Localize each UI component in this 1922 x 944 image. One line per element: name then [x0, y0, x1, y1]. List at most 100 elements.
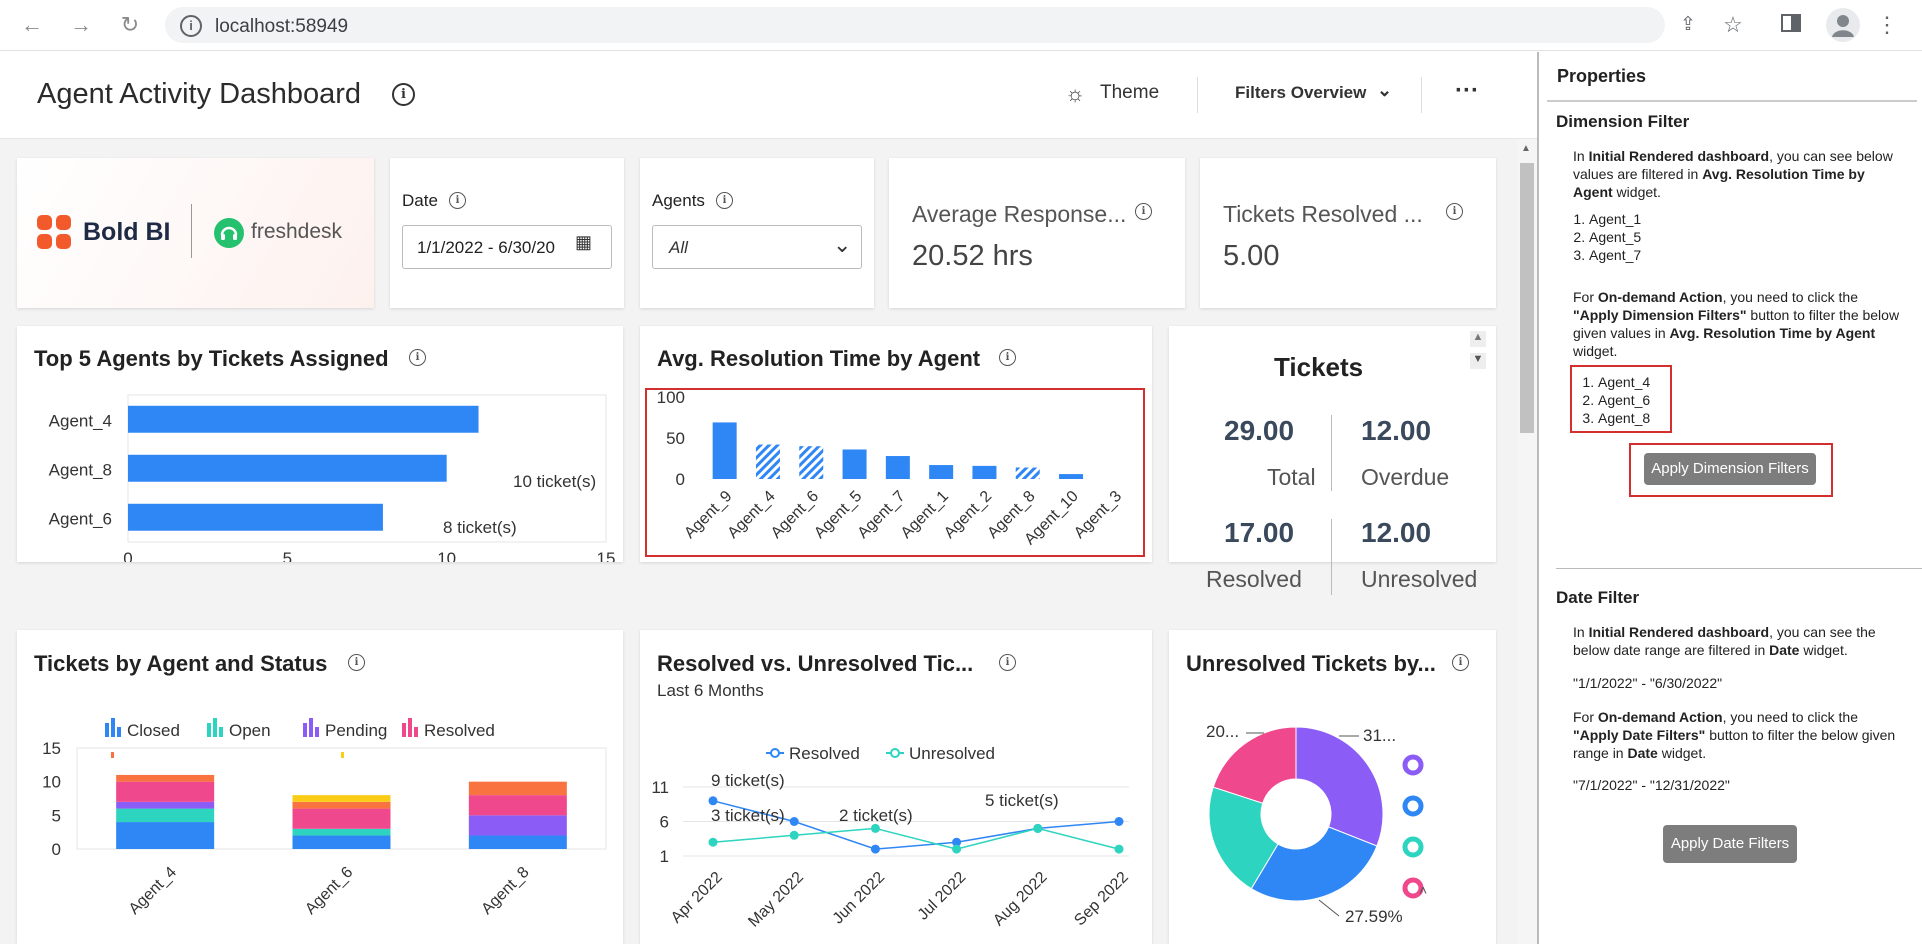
data-label: 20... [1206, 722, 1240, 741]
dashboard-header: Agent Activity Dashboard i ☼ Theme Filte… [0, 52, 1537, 139]
data-point [789, 830, 799, 840]
legend-marker [117, 727, 121, 737]
tickets-card: Tickets 29.00 Total 12.00 Overdue 17.00 … [1169, 326, 1496, 595]
data-label: 10 ticket(s) [513, 472, 597, 491]
axis-tick-label: 100 [657, 388, 685, 407]
agents-select-value: All [669, 238, 688, 257]
legend-icon [1402, 836, 1424, 858]
kpi-card-average-response: Average Response... i 20.52 hrs [889, 158, 1185, 308]
bar-segment [468, 781, 567, 796]
data-point [1114, 844, 1124, 854]
info-icon[interactable]: i [716, 192, 733, 209]
divider [1197, 77, 1198, 113]
info-icon[interactable]: i [1135, 203, 1152, 220]
card-title: Tickets [1274, 352, 1364, 382]
avg-resolution-card: Avg. Resolution Time by Agent i 0 50 100 Ag… [640, 326, 1152, 562]
axis-tick-label: 1 [660, 847, 669, 866]
date-range-input[interactable]: 1/1/2022 - 6/30/20 ▦ [402, 225, 612, 269]
bar-segment [468, 835, 567, 849]
bar [842, 449, 867, 479]
site-info-icon[interactable]: i [180, 15, 202, 37]
divider [1556, 568, 1922, 569]
profile-avatar-icon[interactable] [1826, 8, 1860, 42]
axis-tick-label: 5 [283, 549, 292, 562]
ondemand-date-range: "7/1/2022" - "12/31/2022" [1573, 777, 1730, 793]
legend-marker [111, 718, 115, 737]
legend-marker [770, 748, 780, 758]
share-icon[interactable]: ⇪ [1675, 12, 1701, 38]
bar-segment [292, 795, 391, 802]
date-filter-intro: In Initial Rendered dashboard, you can s… [1573, 624, 1876, 658]
legend-label: Open [229, 721, 271, 740]
scroll-up-icon[interactable]: ▲ [1470, 331, 1486, 347]
back-arrow-icon[interactable]: ← [18, 11, 46, 39]
divider [1331, 519, 1332, 595]
axis-tick-label: Agent_4 [49, 411, 112, 430]
scroll-up-icon[interactable]: ▲ [1521, 143, 1531, 154]
bar [755, 444, 780, 479]
more-options-icon[interactable]: ··· [1455, 77, 1479, 105]
forward-arrow-icon[interactable]: → [67, 11, 95, 39]
highlight-box: Agent_4 Agent_6 Agent_8 [1570, 365, 1672, 433]
browser-toolbar: ← → ↻ i localhost:58949 ⇪ ☆ ⋮ [0, 0, 1922, 51]
theme-label: Theme [1100, 82, 1160, 103]
axis-tick-label: Jun 2022 [830, 869, 889, 928]
scrollbar-thumb[interactable] [1520, 163, 1534, 433]
apply-date-filters-button[interactable]: Apply Date Filters [1663, 825, 1797, 863]
legend-icon [1402, 754, 1424, 776]
tickets-overdue-value: 12.00 [1361, 415, 1432, 446]
calendar-icon[interactable]: ▦ [575, 232, 592, 253]
list-item: Agent_1 [1589, 210, 1641, 228]
freshdesk-logo-icon [214, 218, 244, 248]
legend-label: Resolved [789, 744, 860, 763]
legend-marker [341, 752, 344, 758]
list-item: Agent_6 [1598, 391, 1670, 409]
initial-agent-list: Agent_1 Agent_5 Agent_7 [1557, 210, 1641, 264]
bar [799, 446, 824, 479]
axis-tick-label: Sep 2022 [1071, 869, 1132, 930]
side-panel-icon[interactable] [1778, 12, 1804, 38]
info-icon[interactable]: i [449, 192, 466, 209]
info-icon[interactable]: i [1446, 203, 1463, 220]
tickets-resolved-value: 17.00 [1224, 517, 1295, 548]
tickets-overdue-label: Overdue [1361, 464, 1450, 490]
boldbi-logo-icon [37, 215, 71, 249]
scroll-down-icon[interactable]: ▼ [1470, 353, 1486, 369]
data-point [708, 796, 718, 806]
bookmark-star-icon[interactable]: ☆ [1720, 12, 1746, 38]
filters-overview-button[interactable]: Filters Overview ⌄ [1235, 80, 1392, 103]
bar-segment [292, 835, 391, 849]
kebab-menu-icon[interactable]: ⋮ [1874, 12, 1900, 38]
logo-card: Bold BI freshdesk [17, 158, 374, 308]
date-filter-ondemand: For On-demand Action, you need to click … [1573, 709, 1896, 761]
reload-icon[interactable]: ↻ [116, 11, 144, 39]
data-label: 5 ticket(s) [985, 791, 1059, 810]
divider [1331, 415, 1332, 491]
data-label: 31... [1363, 726, 1397, 745]
legend-marker [315, 727, 319, 737]
bar-segment [116, 808, 215, 823]
bar-segment [116, 801, 215, 809]
legend-marker [402, 723, 406, 737]
address-bar[interactable]: i localhost:58949 ⇪ ☆ [165, 7, 1743, 43]
canvas-scrollbar[interactable]: ▲ [1517, 139, 1537, 944]
bar-segment [468, 815, 567, 836]
divider [1547, 100, 1917, 102]
agents-select[interactable]: All ⌄ [652, 225, 862, 269]
data-label: 8 ticket(s) [443, 518, 517, 537]
axis-tick-label: Agent_6 [49, 509, 112, 528]
list-item: Agent_8 [1598, 409, 1670, 427]
axis-tick-label: Agent_6 [302, 864, 356, 918]
bar [1015, 467, 1040, 479]
tickets-unresolved-value: 12.00 [1361, 517, 1432, 548]
axis-tick-label: 15 [597, 549, 616, 562]
list-item: Agent_4 [1598, 373, 1670, 391]
kpi-value: 20.52 hrs [912, 240, 1033, 272]
apply-dimension-filters-button[interactable]: Apply Dimension Filters [1644, 453, 1816, 485]
info-icon[interactable]: i [392, 83, 415, 106]
tickets-unresolved-label: Unresolved [1361, 566, 1478, 592]
bar [885, 456, 910, 479]
page-title: Agent Activity Dashboard [37, 78, 362, 110]
bar [128, 405, 479, 433]
legend-marker [303, 723, 307, 737]
